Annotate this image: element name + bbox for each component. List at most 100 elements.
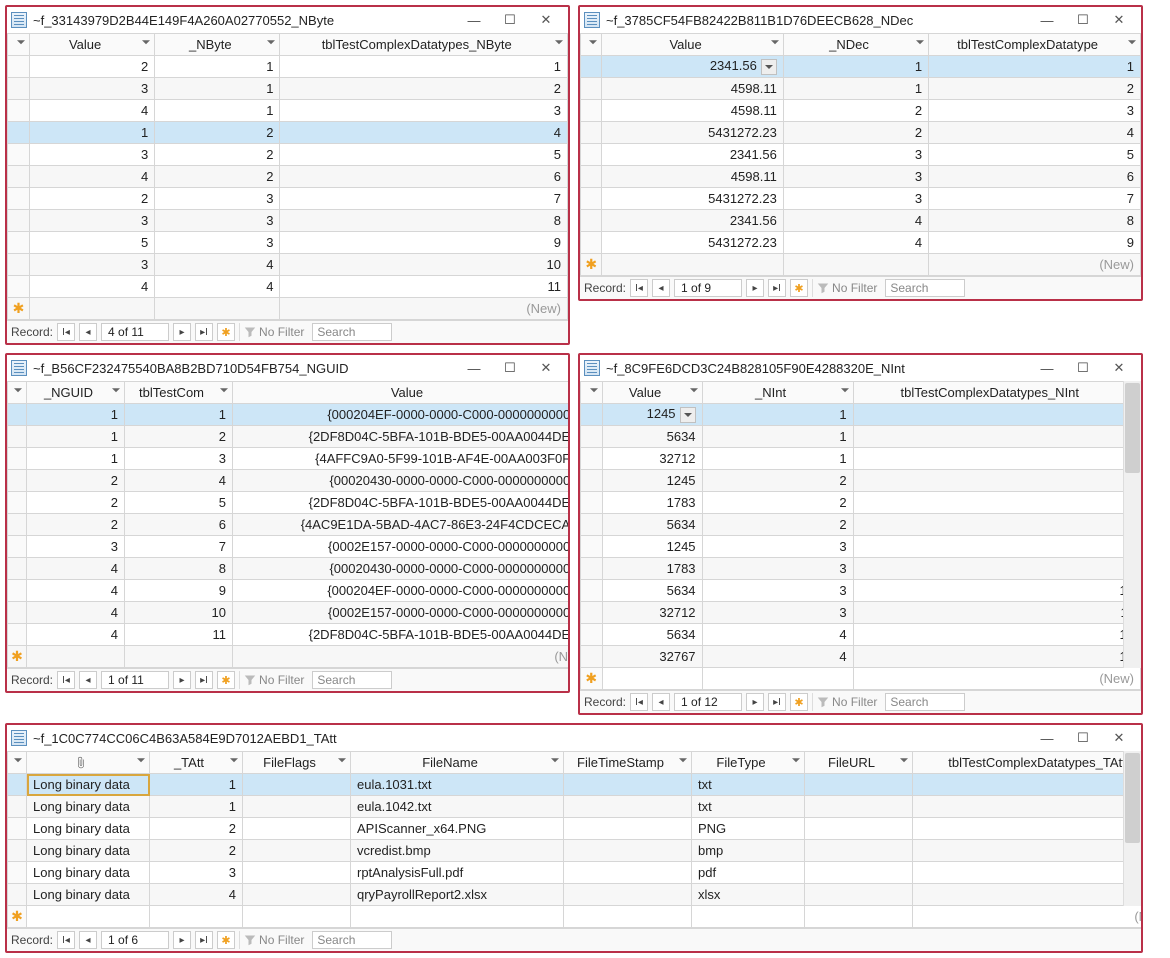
cell[interactable]: (New) [233, 646, 569, 668]
cell[interactable]: 10 [125, 602, 233, 624]
cell[interactable]: Long binary data [27, 818, 150, 840]
cell[interactable]: 4 [702, 624, 853, 646]
column-header[interactable]: tblTestComplexDatatypes_NInt [853, 382, 1140, 404]
cell[interactable] [805, 884, 913, 906]
datasheet-table[interactable]: Value_NBytetblTestComplexDatatypes_NByte… [7, 33, 568, 320]
cell[interactable] [155, 298, 280, 320]
row-selector[interactable] [581, 646, 603, 668]
cell[interactable]: 1783 [602, 492, 702, 514]
cell[interactable]: 11 [280, 276, 568, 298]
cell[interactable]: 13 [853, 646, 1140, 668]
titlebar[interactable]: ~f_3785CF54FB82422B811B1D76DEECB628_NDec… [580, 7, 1141, 33]
cell[interactable]: 7 [125, 536, 233, 558]
cell[interactable]: 2 [783, 100, 928, 122]
cell[interactable]: 4 [27, 558, 125, 580]
cell[interactable]: xlsx [692, 884, 805, 906]
cell[interactable]: APIScanner_x64.PNG [351, 818, 564, 840]
cell[interactable]: rptAnalysisFull.pdf [351, 862, 564, 884]
cell[interactable]: 5634 [602, 624, 702, 646]
cell[interactable] [243, 862, 351, 884]
cell[interactable]: 5 [929, 144, 1141, 166]
row-selector[interactable] [8, 122, 30, 144]
row-selector[interactable] [8, 188, 30, 210]
cell[interactable]: 3 [30, 78, 155, 100]
row-selector-header[interactable] [581, 382, 603, 404]
cell[interactable]: 2 [280, 78, 568, 100]
row-selector[interactable] [8, 404, 27, 426]
cell[interactable]: bmp [692, 840, 805, 862]
row-selector[interactable] [581, 558, 603, 580]
cell[interactable]: 3 [853, 426, 1140, 448]
cell[interactable]: 7 [853, 514, 1140, 536]
search-input[interactable]: Search [885, 279, 965, 297]
row-selector[interactable] [581, 122, 602, 144]
table-row[interactable]: 2341.5635 [581, 144, 1141, 166]
cell[interactable]: 12 [853, 624, 1140, 646]
maximize-button[interactable]: ☐ [492, 9, 528, 31]
cell[interactable]: 3 [702, 602, 853, 624]
table-row[interactable]: Long binary data1eula.1031.txttxt1 [8, 774, 1142, 796]
cell[interactable] [805, 906, 913, 928]
table-row[interactable]: 5431272.2349 [581, 232, 1141, 254]
cell[interactable]: 3 [155, 188, 280, 210]
cell[interactable]: 2 [27, 514, 125, 536]
cell[interactable]: 2 [30, 56, 155, 78]
cell[interactable]: 1 [125, 404, 233, 426]
cell[interactable]: 2 [913, 796, 1142, 818]
cell[interactable]: 5 [125, 492, 233, 514]
cell[interactable]: 5634 [602, 580, 702, 602]
row-selector[interactable] [8, 536, 27, 558]
table-row[interactable]: 5634310 [581, 580, 1141, 602]
column-header[interactable]: _NByte [155, 34, 280, 56]
cell[interactable]: 8 [125, 558, 233, 580]
cell[interactable]: 1245 [602, 536, 702, 558]
row-selector[interactable] [581, 580, 603, 602]
nav-new-button[interactable]: ✱ [217, 323, 235, 341]
row-selector[interactable] [8, 426, 27, 448]
column-header[interactable]: FileURL [805, 752, 913, 774]
cell[interactable] [564, 884, 692, 906]
row-selector[interactable] [8, 840, 27, 862]
table-row[interactable]: Long binary data1eula.1042.txttxt2 [8, 796, 1142, 818]
maximize-button[interactable]: ☐ [1065, 727, 1101, 749]
table-row[interactable]: 124538 [581, 536, 1141, 558]
cell[interactable]: 1 [913, 774, 1142, 796]
datasheet-table[interactable]: Value_NDectblTestComplexDatatype2341.561… [580, 33, 1141, 276]
filter-indicator[interactable]: No Filter [239, 931, 308, 949]
row-selector[interactable] [8, 276, 30, 298]
row-selector[interactable] [8, 470, 27, 492]
cell[interactable] [243, 774, 351, 796]
table-row[interactable]: 426 [8, 166, 568, 188]
row-selector[interactable] [8, 602, 27, 624]
row-selector[interactable] [8, 884, 27, 906]
row-selector[interactable] [581, 232, 602, 254]
cell[interactable]: 9 [853, 558, 1140, 580]
cell[interactable] [27, 646, 125, 668]
table-row[interactable]: Long binary data4qryPayrollReport2.xlsxx… [8, 884, 1142, 906]
maximize-button[interactable]: ☐ [1065, 357, 1101, 379]
vertical-scrollbar-thumb[interactable] [1125, 753, 1140, 843]
table-row[interactable]: 5431272.2337 [581, 188, 1141, 210]
cell[interactable]: 2 [702, 492, 853, 514]
column-header[interactable]: _NGUID [27, 382, 125, 404]
cell[interactable]: {2DF8D04C-5BFA-101B-BDE5-00AA0044DE52} [233, 492, 569, 514]
cell[interactable]: 2 [125, 426, 233, 448]
cell[interactable]: 2 [783, 122, 928, 144]
close-button[interactable]: ✕ [1101, 9, 1137, 31]
cell[interactable]: 6 [853, 492, 1140, 514]
cell[interactable]: 1 [27, 448, 125, 470]
cell[interactable] [150, 906, 243, 928]
cell[interactable]: {000204EF-0000-0000-C000-000000000046} [233, 404, 569, 426]
table-row[interactable]: 411{2DF8D04C-5BFA-101B-BDE5-00AA0044DE52… [8, 624, 569, 646]
table-row[interactable]: 124525 [581, 470, 1141, 492]
cell[interactable]: 2341.56 [602, 210, 783, 232]
row-selector[interactable] [581, 144, 602, 166]
row-selector[interactable] [8, 818, 27, 840]
cell[interactable]: 3 [155, 210, 280, 232]
column-header[interactable]: FileType [692, 752, 805, 774]
cell[interactable]: 5 [853, 470, 1140, 492]
nav-next-button[interactable]: ▸ [173, 671, 191, 689]
cell[interactable] [805, 840, 913, 862]
cell[interactable]: (New) [853, 668, 1140, 690]
cell[interactable]: 7 [280, 188, 568, 210]
